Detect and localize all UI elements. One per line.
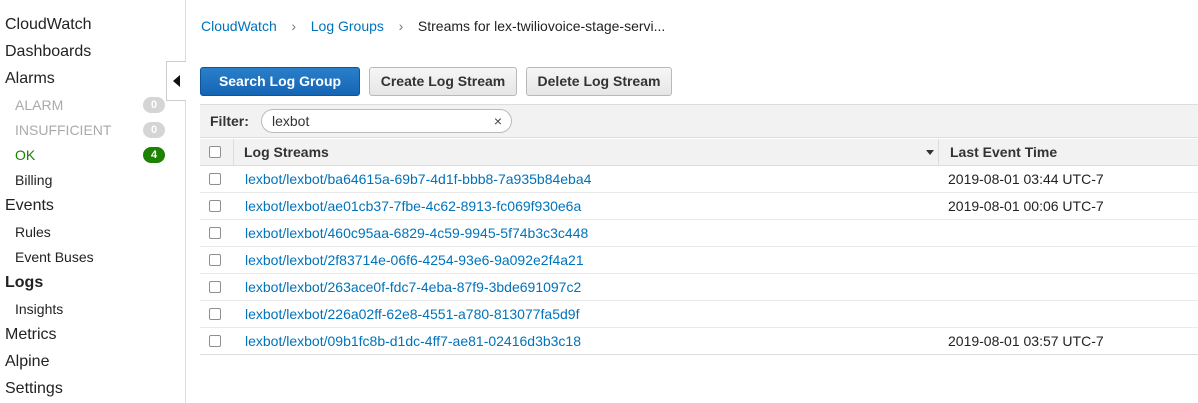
table-row: lexbot/lexbot/09b1fc8b-d1dc-4ff7-ae81-02… bbox=[200, 328, 1198, 355]
sidebar-item-insufficient[interactable]: INSUFFICIENT bbox=[15, 121, 111, 139]
sidebar-item-settings[interactable]: Settings bbox=[5, 379, 63, 399]
sidebar-item-alarm[interactable]: ALARM bbox=[15, 96, 63, 114]
column-divider bbox=[938, 139, 939, 166]
row-checkbox[interactable] bbox=[209, 281, 221, 293]
sidebar-item-insights[interactable]: Insights bbox=[15, 300, 63, 318]
row-checkbox[interactable] bbox=[209, 173, 221, 185]
log-stream-link[interactable]: lexbot/lexbot/263ace0f-fdc7-4eba-87f9-3b… bbox=[245, 279, 581, 295]
breadcrumb-separator-icon: › bbox=[291, 18, 297, 34]
filter-bar: Filter: × bbox=[200, 104, 1198, 138]
table-row: lexbot/lexbot/2f83714e-06f6-4254-93e6-9a… bbox=[200, 247, 1198, 274]
last-event-time: 2019-08-01 00:06 UTC-7 bbox=[948, 198, 1104, 214]
row-checkbox[interactable] bbox=[209, 227, 221, 239]
column-header-last-event-time[interactable]: Last Event Time bbox=[950, 144, 1057, 160]
breadcrumb-cloudwatch[interactable]: CloudWatch bbox=[201, 18, 277, 34]
column-header-log-streams[interactable]: Log Streams bbox=[244, 144, 329, 160]
row-checkbox[interactable] bbox=[209, 200, 221, 212]
row-checkbox[interactable] bbox=[209, 254, 221, 266]
delete-log-stream-button[interactable]: Delete Log Stream bbox=[526, 67, 672, 96]
sidebar-item-rules[interactable]: Rules bbox=[15, 223, 51, 241]
filter-input[interactable] bbox=[272, 113, 487, 129]
chevron-left-icon bbox=[172, 75, 180, 87]
last-event-time: 2019-08-01 03:57 UTC-7 bbox=[948, 333, 1104, 349]
sidebar-item-alpine[interactable]: Alpine bbox=[5, 352, 49, 372]
sidebar-item-dashboards[interactable]: Dashboards bbox=[5, 42, 91, 62]
sidebar-item-billing[interactable]: Billing bbox=[15, 171, 52, 189]
row-checkbox[interactable] bbox=[209, 335, 221, 347]
log-stream-link[interactable]: lexbot/lexbot/460c95aa-6829-4c59-9945-5f… bbox=[245, 225, 588, 241]
select-all-checkbox[interactable] bbox=[209, 146, 221, 158]
sidebar-item-event-buses[interactable]: Event Buses bbox=[15, 248, 94, 266]
clear-filter-icon[interactable]: × bbox=[494, 113, 502, 129]
table-row: lexbot/lexbot/ba64615a-69b7-4d1f-bbb8-7a… bbox=[200, 166, 1198, 193]
log-stream-link[interactable]: lexbot/lexbot/09b1fc8b-d1dc-4ff7-ae81-02… bbox=[245, 333, 581, 349]
table-row: lexbot/lexbot/460c95aa-6829-4c59-9945-5f… bbox=[200, 220, 1198, 247]
sidebar-item-metrics[interactable]: Metrics bbox=[5, 325, 57, 345]
log-stream-link[interactable]: lexbot/lexbot/ae01cb37-7fbe-4c62-8913-fc… bbox=[245, 198, 581, 214]
create-log-stream-button[interactable]: Create Log Stream bbox=[369, 67, 517, 96]
log-stream-link[interactable]: lexbot/lexbot/ba64615a-69b7-4d1f-bbb8-7a… bbox=[245, 171, 591, 187]
filter-label: Filter: bbox=[210, 113, 249, 129]
sidebar-item-logs[interactable]: Logs bbox=[5, 273, 43, 293]
breadcrumb: CloudWatch › Log Groups › Streams for lex-tw… bbox=[201, 17, 665, 35]
sort-descending-icon[interactable] bbox=[926, 150, 934, 155]
log-streams-table: Log Streams Last Event Time lexbot/lexbo… bbox=[200, 139, 1198, 355]
table-header: Log Streams Last Event Time bbox=[200, 139, 1198, 166]
alarm-count-badge: 0 bbox=[143, 97, 165, 113]
breadcrumb-current: Streams for lex-twiliovoice-stage-servi.… bbox=[417, 18, 666, 34]
sidebar: CloudWatch Dashboards Alarms ALARM 0 INS… bbox=[0, 0, 186, 403]
sidebar-item-cloudwatch[interactable]: CloudWatch bbox=[5, 15, 92, 35]
ok-count-badge: 4 bbox=[143, 147, 165, 163]
log-stream-link[interactable]: lexbot/lexbot/2f83714e-06f6-4254-93e6-9a… bbox=[245, 252, 584, 268]
sidebar-item-events[interactable]: Events bbox=[5, 196, 54, 216]
breadcrumb-separator-icon: › bbox=[398, 18, 404, 34]
sidebar-item-alarms[interactable]: Alarms bbox=[5, 69, 55, 89]
last-event-time: 2019-08-01 03:44 UTC-7 bbox=[948, 171, 1104, 187]
table-row: lexbot/lexbot/226a02ff-62e8-4551-a780-81… bbox=[200, 301, 1198, 328]
filter-field[interactable]: × bbox=[261, 109, 512, 133]
breadcrumb-log-groups[interactable]: Log Groups bbox=[311, 18, 384, 34]
sidebar-item-ok[interactable]: OK bbox=[15, 146, 35, 164]
column-divider bbox=[233, 139, 234, 166]
collapse-sidebar-button[interactable] bbox=[166, 61, 186, 101]
insufficient-count-badge: 0 bbox=[143, 122, 165, 138]
table-row: lexbot/lexbot/ae01cb37-7fbe-4c62-8913-fc… bbox=[200, 193, 1198, 220]
row-checkbox[interactable] bbox=[209, 308, 221, 320]
search-log-group-button[interactable]: Search Log Group bbox=[200, 67, 360, 96]
log-stream-link[interactable]: lexbot/lexbot/226a02ff-62e8-4551-a780-81… bbox=[245, 306, 579, 322]
table-row: lexbot/lexbot/263ace0f-fdc7-4eba-87f9-3b… bbox=[200, 274, 1198, 301]
